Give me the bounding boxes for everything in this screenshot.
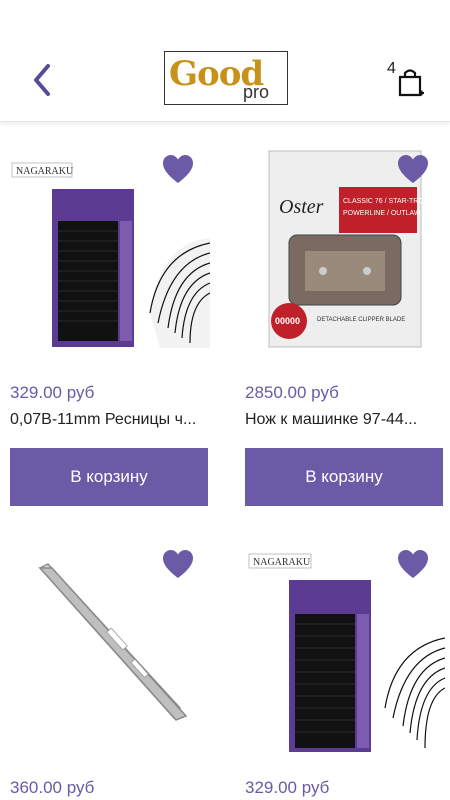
heart-icon: [398, 155, 428, 183]
svg-text:POWERLINE / OUTLAW: POWERLINE / OUTLAW: [343, 210, 421, 217]
product-price: 360.00 руб: [10, 778, 95, 797]
cart-button[interactable]: 4: [387, 60, 427, 100]
product-price: 2850.00 руб: [245, 383, 339, 402]
svg-text:CLASSIC 76 / STAR-TRQ: CLASSIC 76 / STAR-TRQ: [343, 198, 424, 205]
chevron-left-icon: [34, 64, 50, 96]
svg-text:DETACHABLE CLIPPER BLADE: DETACHABLE CLIPPER BLADE: [317, 317, 405, 323]
heart-icon: [163, 550, 193, 578]
favorite-button[interactable]: [162, 154, 194, 184]
brand-label: NAGARAKU: [253, 557, 311, 568]
brand-label: NAGARAKU: [16, 166, 74, 177]
heart-icon: [398, 550, 428, 578]
svg-text:00000: 00000: [275, 316, 300, 326]
logo-sub-text: pro: [242, 82, 269, 102]
heart-icon: [163, 155, 193, 183]
product-price: 329.00 руб: [245, 778, 330, 797]
brand-logo[interactable]: Good pro: [164, 51, 288, 105]
add-to-cart-button[interactable]: В корзину: [245, 448, 443, 506]
back-button[interactable]: [28, 62, 58, 98]
product-title[interactable]: 0,07В-11mm Ресницы ч...: [10, 411, 205, 429]
add-to-cart-button[interactable]: В корзину: [10, 448, 208, 506]
product-title[interactable]: Нож к машинке 97-44...: [245, 411, 440, 429]
favorite-button[interactable]: [397, 154, 429, 184]
favorite-button[interactable]: [397, 549, 429, 579]
product-price: 329.00 руб: [10, 383, 95, 402]
favorite-button[interactable]: [162, 549, 194, 579]
brand-label: Oster: [279, 196, 324, 218]
shopping-bag-icon: [398, 69, 424, 97]
cart-count-badge: 4: [387, 60, 396, 77]
app-header: Good pro 4: [0, 0, 450, 122]
